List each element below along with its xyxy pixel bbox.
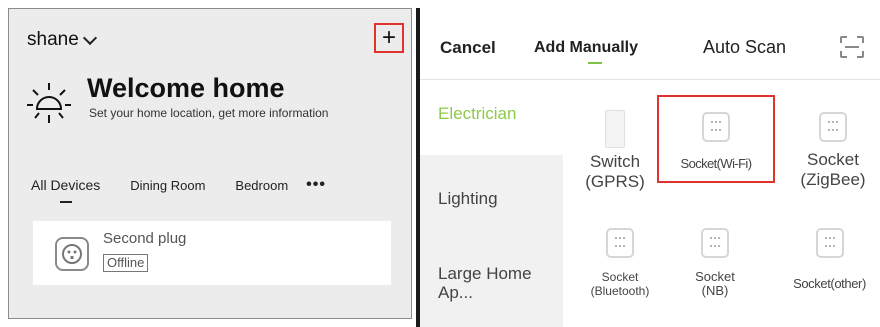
chevron-down-icon xyxy=(82,30,97,45)
welcome-subtitle[interactable]: Set your home location, get more informa… xyxy=(89,106,339,120)
more-icon[interactable]: ••• xyxy=(306,176,326,194)
socket-icon xyxy=(815,228,844,258)
device-type-socket-other[interactable]: Socket(other) xyxy=(781,228,878,291)
sun-icon xyxy=(27,83,71,123)
welcome-title: Welcome home xyxy=(87,73,285,103)
device-type-switch-gprs[interactable]: Switch (GPRS) xyxy=(571,110,659,192)
top-bar: Cancel Add Manually Auto Scan xyxy=(420,8,880,80)
socket-icon xyxy=(702,112,730,142)
category-large-home-appliances[interactable]: Large Home Ap... xyxy=(420,240,563,327)
tab-auto-scan[interactable]: Auto Scan xyxy=(703,37,786,58)
tab-dining-room[interactable]: Dining Room xyxy=(130,178,205,193)
category-list: Electrician Lighting Large Home Ap... xyxy=(420,80,563,327)
device-card[interactable]: Second plug Offline xyxy=(33,221,391,285)
room-tabs: All Devices Dining Room Bedroom ••• xyxy=(31,175,326,195)
status-badge: Offline xyxy=(103,254,149,272)
device-type-label: Socket (ZigBee) xyxy=(800,150,866,189)
category-electrician[interactable]: Electrician xyxy=(420,80,563,155)
device-type-socket-nb[interactable]: Socket (NB) xyxy=(687,228,743,298)
socket-icon xyxy=(819,112,847,142)
plug-icon xyxy=(55,237,89,271)
home-selector[interactable]: shane xyxy=(27,29,97,51)
tab-all-devices[interactable]: All Devices xyxy=(31,177,100,193)
home-panel: shane + Welcome home Set your home locat… xyxy=(8,8,412,319)
device-type-socket-bluetooth[interactable]: Socket (Bluetooth) xyxy=(575,228,665,298)
device-type-label: Socket(Wi-Fi) xyxy=(680,156,753,171)
device-name: Second plug xyxy=(103,230,187,247)
cancel-button[interactable]: Cancel xyxy=(440,38,496,58)
device-type-label: Switch (GPRS) xyxy=(585,152,645,191)
tab-add-manually[interactable]: Add Manually xyxy=(534,39,638,57)
device-type-label: Socket (NB) xyxy=(695,269,735,298)
switch-icon xyxy=(605,110,625,148)
device-type-label: Socket (Bluetooth) xyxy=(590,270,650,298)
plus-icon: + xyxy=(381,24,396,51)
device-type-socket-zigbee[interactable]: Socket (ZigBee) xyxy=(789,112,877,190)
scan-icon[interactable] xyxy=(839,35,865,59)
active-tab-indicator xyxy=(588,62,602,64)
add-device-button[interactable]: + xyxy=(374,23,404,53)
add-device-panel: Cancel Add Manually Auto Scan Electricia… xyxy=(416,8,880,327)
socket-icon xyxy=(701,228,729,258)
device-type-grid: Switch (GPRS) Socket(Wi-Fi) Socket (ZigB… xyxy=(563,80,880,327)
category-lighting[interactable]: Lighting xyxy=(420,155,563,240)
device-type-socket-wifi[interactable]: Socket(Wi-Fi) xyxy=(663,112,769,171)
home-name: shane xyxy=(27,29,79,50)
socket-icon xyxy=(606,228,634,258)
tab-bedroom[interactable]: Bedroom xyxy=(235,178,288,193)
device-type-label: Socket(other) xyxy=(793,276,866,291)
